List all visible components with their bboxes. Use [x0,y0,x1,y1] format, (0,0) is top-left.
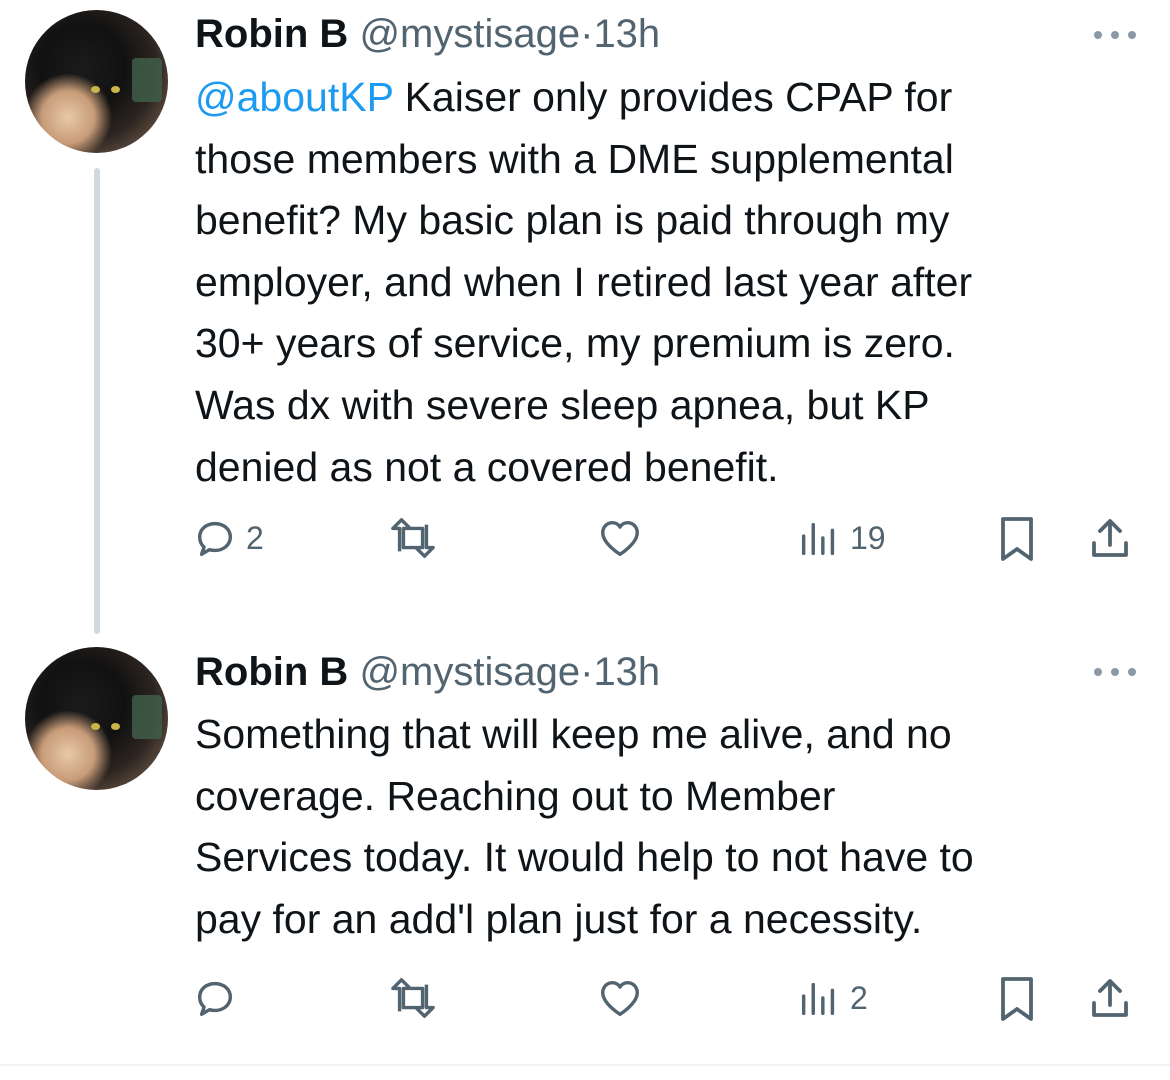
reply-button[interactable] [192,975,246,1021]
tweet-header: Robin B @mystisage·13h [195,650,660,694]
views-count: 2 [850,979,868,1016]
tweet-text-line: coverage. Reaching out to Member [195,772,836,819]
author-name[interactable]: Robin B [195,12,348,56]
avatar-cat-eye [91,86,100,93]
avatar[interactable] [25,10,168,153]
bookmark-icon [996,515,1038,563]
share-button[interactable] [1086,515,1134,563]
reply-icon [192,975,238,1021]
tweet-actions: 2 19 [0,515,1170,575]
views-button[interactable]: 19 [796,515,886,561]
views-count: 19 [850,519,886,556]
reply-icon [192,515,238,561]
divider [0,1064,1170,1066]
views-button[interactable]: 2 [796,975,868,1021]
retweet-icon [387,975,439,1021]
bookmark-icon [996,975,1038,1023]
tweet-text: Something that will keep me alive, and n… [195,704,1145,950]
views-icon [796,515,842,561]
heart-icon [596,975,644,1021]
reply-count: 2 [246,519,264,556]
author-name[interactable]: Robin B [195,650,348,694]
author-handle[interactable]: @mystisage [359,12,580,56]
tweet-actions: 2 [0,975,1170,1035]
avatar-cat-eye [91,723,100,730]
reply-button[interactable]: 2 [192,515,264,561]
tweet-text-line: denied as not a covered benefit. [195,443,779,490]
views-icon [796,975,842,1021]
avatar-cat-eye [111,723,120,730]
tweet-text-line: Was dx with severe sleep apnea, but KP [195,381,930,428]
separator-dot: · [580,650,594,694]
retweet-icon [387,515,439,561]
tweet-text: @aboutKP Kaiser only provides CPAP for t… [195,67,1145,498]
like-button[interactable] [596,515,652,561]
separator-dot: · [580,12,594,56]
tweet-text-line: 30+ years of service, my premium is zero… [195,320,955,367]
avatar-background-shelf [132,695,162,739]
tweet-header: Robin B @mystisage·13h [195,12,660,56]
share-icon [1086,515,1134,563]
share-icon [1086,975,1134,1023]
timestamp[interactable]: 13h [593,12,660,56]
tweet-2[interactable]: Robin B @mystisage·13h Something that wi… [0,640,1170,1064]
tweet-1[interactable]: Robin B @mystisage·13h @aboutKP Kaiser o… [0,0,1170,640]
mention-link[interactable]: @aboutKP [195,74,393,120]
tweet-text-line: those members with a DME supplemental [195,135,954,182]
tweet-text-line: employer, and when I retired last year a… [195,258,973,305]
avatar-cat-eye [111,86,120,93]
tweet-text-line: benefit? My basic plan is paid through m… [195,197,950,244]
timestamp[interactable]: 13h [593,650,660,694]
tweet-text-line: @aboutKP Kaiser only provides CPAP for [195,74,953,120]
tweet-text-line: Something that will keep me alive, and n… [195,711,952,757]
avatar[interactable] [25,647,168,790]
author-handle[interactable]: @mystisage [359,650,580,694]
bookmark-button[interactable] [996,515,1038,563]
more-icon[interactable] [1094,28,1140,40]
tweet-text-line: Services today. It would help to not hav… [195,834,974,881]
retweet-button[interactable] [387,975,447,1021]
share-button[interactable] [1086,975,1134,1023]
avatar-background-shelf [132,58,162,102]
more-icon[interactable] [1094,665,1140,677]
heart-icon [596,515,644,561]
like-button[interactable] [596,975,652,1021]
tweet-text-line: pay for an add'l plan just for a necessi… [195,895,923,942]
bookmark-button[interactable] [996,975,1038,1023]
retweet-button[interactable] [387,515,447,561]
